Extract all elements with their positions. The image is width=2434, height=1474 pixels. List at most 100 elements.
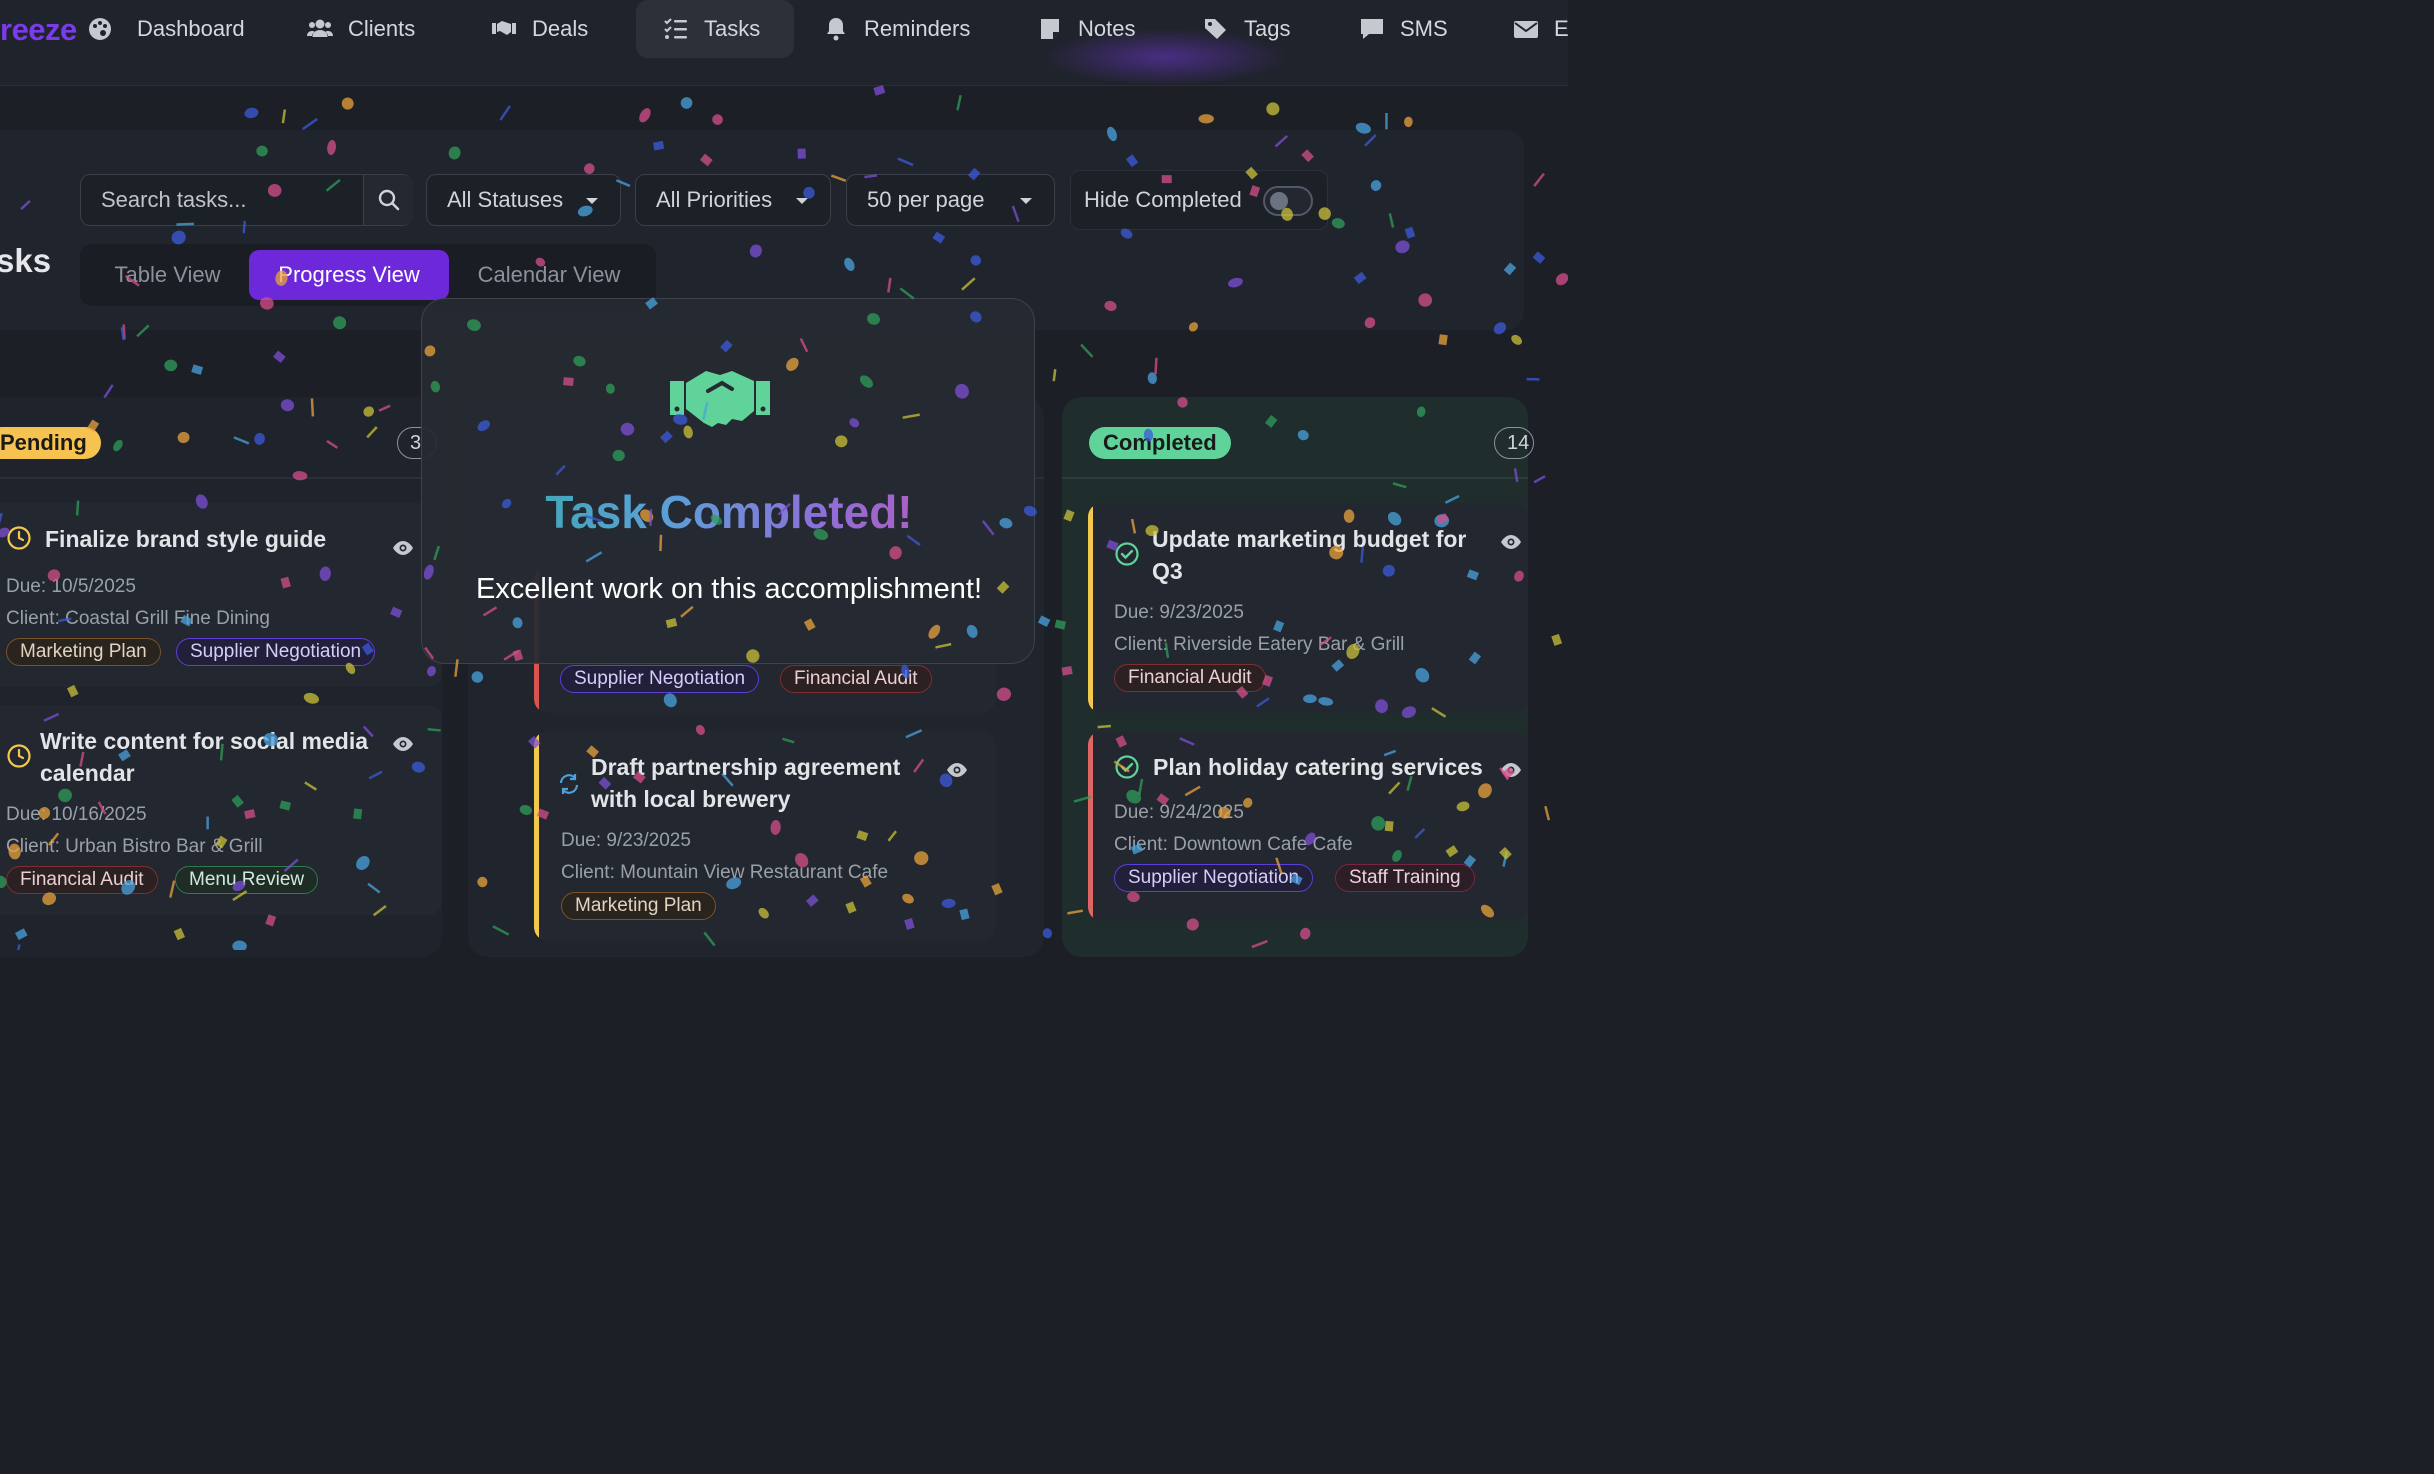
nav-tags-label: Tags (1244, 16, 1291, 41)
status-badge-pending: Pending (0, 427, 101, 459)
tag-pill[interactable]: Supplier Negotiation (176, 638, 376, 666)
tab-table-view[interactable]: Table View (86, 250, 249, 300)
hide-completed-control: Hide Completed (1070, 170, 1328, 230)
nav-email[interactable]: E (1512, 0, 1569, 58)
nav-tags[interactable]: Tags (1202, 0, 1290, 58)
confetti-piece (281, 109, 287, 124)
nav-dashboard-label: Dashboard (137, 16, 245, 41)
confetti-piece (1080, 343, 1094, 358)
task-title-line2[interactable]: Q3 (1152, 555, 1183, 587)
task-card[interactable]: Plan holiday catering services Due: 9/24… (1088, 731, 1528, 921)
tag-pill[interactable]: Menu Review (175, 866, 319, 894)
task-client: Client: Urban Bistro Bar & Grill (6, 836, 263, 857)
priority-accent (1088, 503, 1093, 713)
tag-pill[interactable]: Staff Training (1335, 864, 1475, 892)
confetti-piece (244, 107, 259, 119)
task-title-line1[interactable]: Draft partnership agreement (591, 751, 900, 783)
confetti-piece (1533, 475, 1546, 484)
tag-pill[interactable]: Marketing Plan (6, 638, 161, 666)
nav-notes[interactable]: Notes (1036, 0, 1135, 58)
tag-pill[interactable]: Financial Audit (6, 866, 158, 894)
confetti-piece (1385, 112, 1388, 130)
task-completed-modal[interactable]: Task Completed! Excellent work on this a… (421, 298, 1035, 664)
tag-pill[interactable]: Financial Audit (780, 665, 932, 693)
eye-icon[interactable] (392, 537, 414, 559)
eye-icon[interactable] (1500, 759, 1522, 781)
task-card[interactable]: Update marketing budget for Q3 Due: 9/23… (1088, 503, 1528, 713)
tag-pill[interactable]: Supplier Negotiation (1114, 864, 1314, 892)
page-title: sks (0, 242, 52, 279)
task-title-line1[interactable]: Write content for social media (40, 725, 368, 757)
eye-icon[interactable] (946, 759, 968, 781)
task-title[interactable]: Plan holiday catering services (1153, 751, 1483, 783)
task-title-line2[interactable]: with local brewery (591, 783, 790, 815)
eye-icon[interactable] (1500, 531, 1522, 553)
status-filter-select[interactable]: All Statuses (426, 174, 621, 226)
task-client: Client: Coastal Grill Fine Dining (6, 608, 270, 629)
nav-reminders-label: Reminders (864, 16, 971, 41)
task-title[interactable]: Finalize brand style guide (45, 523, 326, 555)
task-title-line2[interactable]: calendar (40, 757, 135, 789)
search-input[interactable] (81, 175, 363, 225)
confetti-piece (301, 117, 318, 131)
search-box (80, 174, 413, 226)
confetti-piece (1052, 369, 1057, 382)
tab-progress-view[interactable]: Progress View (249, 250, 449, 300)
bell-icon (827, 18, 845, 41)
sync-icon (559, 774, 579, 794)
column-divider (1062, 477, 1528, 479)
nav-tasks[interactable]: Tasks (636, 0, 794, 58)
confetti-piece (1404, 116, 1413, 128)
completed-count: 14 (1494, 427, 1534, 459)
brand-logo[interactable]: reeze (0, 12, 77, 48)
toggle-knob (1270, 192, 1288, 210)
tag-pill[interactable]: Supplier Negotiation (560, 665, 760, 693)
task-card[interactable]: Write content for social media calendar … (0, 705, 442, 915)
confetti-piece (1532, 251, 1546, 264)
confetti-piece (712, 114, 723, 125)
nav-email-label: E (1554, 16, 1569, 41)
clock-icon (7, 744, 31, 768)
per-page-value: 50 per page (867, 187, 985, 212)
priority-accent (534, 731, 539, 941)
hide-completed-toggle[interactable] (1263, 186, 1313, 216)
chevron-down-icon (796, 198, 808, 204)
status-filter-value: All Statuses (447, 187, 564, 212)
top-navbar: reeze Dashboard Clients Deals Tasks Remi… (0, 0, 1569, 86)
per-page-select[interactable]: 50 per page (846, 174, 1055, 226)
status-badge-completed: Completed (1089, 427, 1231, 459)
eye-icon[interactable] (392, 733, 414, 755)
tab-calendar-view[interactable]: Calendar View (449, 250, 649, 300)
clock-icon (7, 526, 31, 550)
modal-subtitle: Excellent work on this accomplishment! (475, 573, 983, 605)
envelope-icon (1514, 21, 1538, 38)
pending-column: Pending 3 Finalize brand style guide Due… (0, 397, 442, 957)
task-title-line1[interactable]: Update marketing budget for (1152, 523, 1466, 555)
users-icon (307, 19, 333, 37)
task-due-date: Due: 9/23/2025 (1114, 602, 1244, 623)
task-card[interactable]: Draft partnership agreement with local b… (534, 731, 996, 941)
priority-filter-select[interactable]: All Priorities (635, 174, 831, 226)
task-card[interactable]: Finalize brand style guide Due: 10/5/202… (0, 503, 442, 687)
nav-clients[interactable]: Clients (306, 0, 415, 58)
nav-reminders[interactable]: Reminders (822, 0, 970, 58)
hide-completed-label: Hide Completed (1084, 187, 1242, 212)
confetti-piece (191, 364, 204, 375)
confetti-piece (1147, 372, 1157, 385)
search-button[interactable] (363, 175, 413, 225)
tag-pill[interactable]: Marketing Plan (561, 892, 716, 920)
confetti-piece (1533, 172, 1545, 187)
confetti-piece (1198, 114, 1214, 124)
task-client: Client: Downtown Cafe Cafe (1114, 834, 1353, 855)
priority-filter-value: All Priorities (656, 187, 773, 212)
nav-sms[interactable]: SMS (1358, 0, 1448, 58)
task-due-date: Due: 9/23/2025 (561, 830, 691, 851)
tag-pill[interactable]: Financial Audit (1114, 664, 1266, 692)
nav-deals[interactable]: Deals (490, 0, 588, 58)
confetti-piece (164, 359, 178, 372)
confetti-piece (499, 105, 511, 121)
confetti-piece (1555, 273, 1568, 286)
task-due-date: Due: 10/16/2025 (6, 804, 147, 825)
nav-notes-label: Notes (1078, 16, 1136, 41)
nav-dashboard[interactable]: Dashboard (137, 0, 245, 58)
